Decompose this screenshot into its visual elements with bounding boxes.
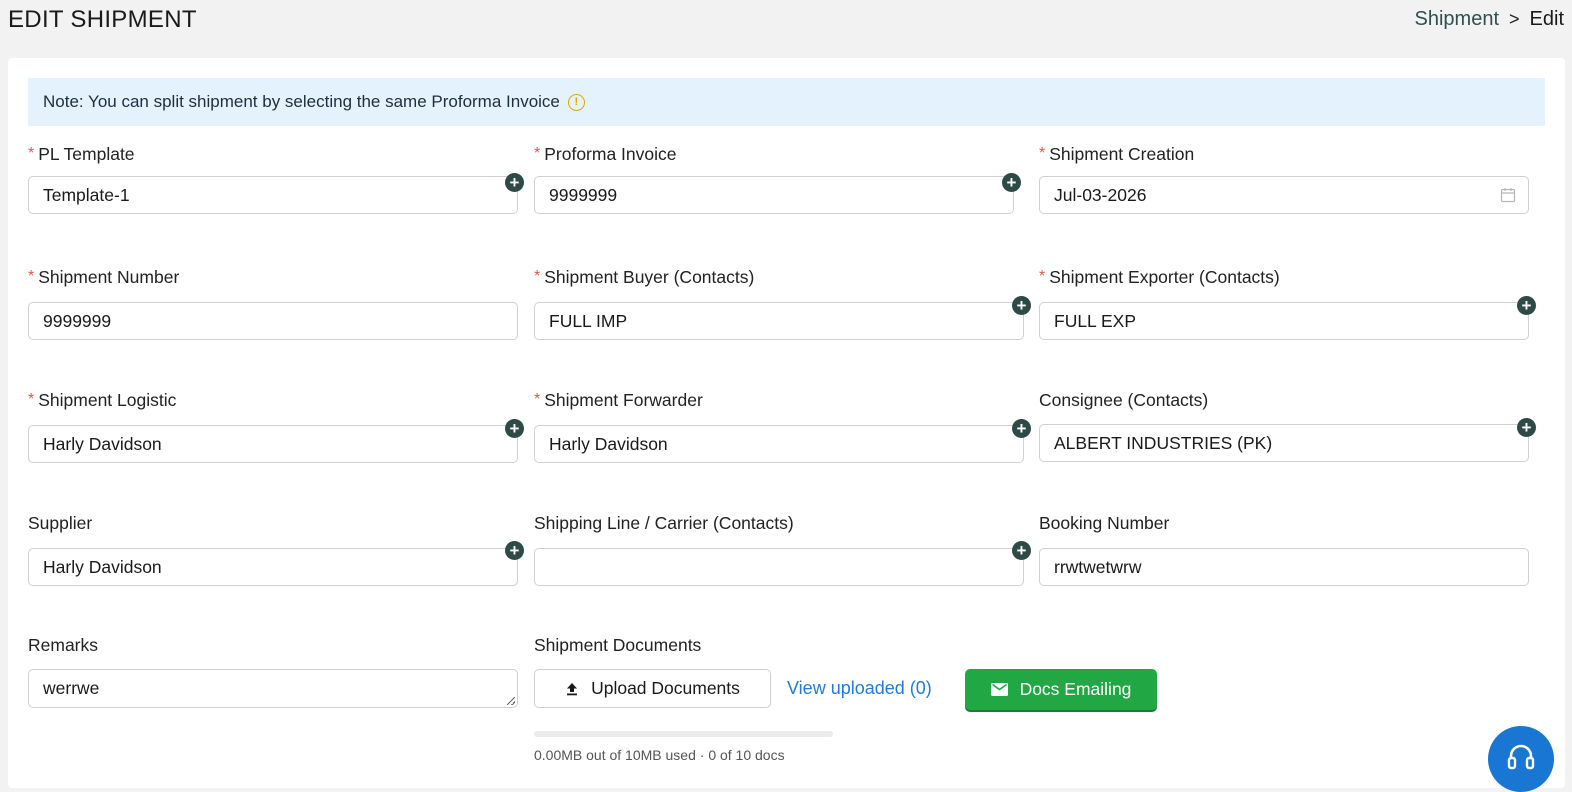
required-marker: * [1039,268,1046,285]
supplier-field: Supplier Harly Davidson [28,511,518,586]
add-buyer-button[interactable]: + [1012,296,1031,315]
pl-template-field: * PL Template Template-1 [28,142,518,214]
page-title: EDIT SHIPMENT [8,6,197,33]
shipment-forwarder-select[interactable]: Harly Davidson [534,425,1024,463]
add-forwarder-button[interactable]: + [1012,419,1031,438]
required-marker: * [534,268,541,285]
shipment-creation-date-input[interactable]: Jul-03-2026 [1039,176,1529,214]
shipment-exporter-select[interactable]: FULL EXP [1039,302,1529,340]
remarks-field: Remarks werrwe [28,633,518,708]
shipment-creation-value: Jul-03-2026 [1054,184,1147,205]
envelope-icon [990,683,1008,696]
upload-documents-label: Upload Documents [591,678,740,698]
headset-icon [1507,744,1535,770]
supplier-label: Supplier [28,512,93,533]
breadcrumb-shipment-link[interactable]: Shipment [1415,8,1500,31]
add-consignee-button[interactable]: + [1517,418,1536,437]
calendar-icon [1500,188,1516,203]
shipment-number-field: * Shipment Number 9999999 [28,265,518,340]
breadcrumb-current: Edit [1529,8,1564,30]
consignee-field: Consignee (Contacts) ALBERT INDUSTRIES (… [1039,388,1529,462]
breadcrumb-separator: > [1509,9,1520,29]
storage-progress-bar [534,731,833,737]
proforma-invoice-select[interactable]: 9999999 [534,176,1014,214]
pl-template-label: PL Template [38,143,135,164]
shipping-line-select[interactable] [534,548,1024,586]
shipping-line-field: Shipping Line / Carrier (Contacts) [534,511,1024,586]
shipment-creation-field: * Shipment Creation Jul-03-2026 [1039,142,1529,214]
booking-number-label: Booking Number [1039,512,1170,533]
required-marker: * [534,145,541,162]
edit-shipment-form: Note: You can split shipment by selectin… [8,58,1565,788]
docs-emailing-button[interactable]: Docs Emailing [965,669,1157,710]
storage-usage-text: 0.00MB out of 10MB used · 0 of 10 docs [534,747,785,763]
supplier-select[interactable]: Harly Davidson [28,548,518,586]
shipment-exporter-field: * Shipment Exporter (Contacts) FULL EXP [1039,265,1529,340]
split-shipment-note: Note: You can split shipment by selectin… [28,78,1545,126]
shipment-number-label: Shipment Number [38,266,180,287]
proforma-invoice-label: Proforma Invoice [544,143,677,164]
pl-template-select[interactable]: Template-1 [28,176,518,214]
add-supplier-button[interactable]: + [505,541,524,560]
shipment-creation-label: Shipment Creation [1049,143,1195,164]
shipping-line-label: Shipping Line / Carrier (Contacts) [534,512,794,533]
shipment-logistic-label: Shipment Logistic [38,389,177,410]
remarks-value: werrwe [43,678,100,698]
upload-icon [567,682,578,695]
shipment-buyer-select[interactable]: FULL IMP [534,302,1024,340]
add-pl-template-button[interactable]: + [505,173,524,192]
breadcrumb: Shipment > Edit [1415,8,1564,31]
booking-number-field: Booking Number rrwtwetwrw [1039,511,1529,586]
required-marker: * [1039,145,1046,162]
shipment-exporter-label: Shipment Exporter (Contacts) [1049,266,1280,287]
shipment-documents-label: Shipment Documents [534,634,702,655]
add-proforma-invoice-button[interactable]: + [1002,173,1021,192]
shipment-documents-field: Shipment Documents [534,633,1024,657]
booking-number-input[interactable]: rrwtwetwrw [1039,548,1529,586]
add-logistic-button[interactable]: + [505,419,524,438]
shipment-number-input[interactable]: 9999999 [28,302,518,340]
note-text: Note: You can split shipment by selectin… [43,92,560,111]
consignee-select[interactable]: ALBERT INDUSTRIES (PK) [1039,424,1529,462]
required-marker: * [534,391,541,408]
upload-documents-button[interactable]: Upload Documents [534,669,771,708]
shipment-forwarder-field: * Shipment Forwarder Harly Davidson [534,388,1024,463]
shipment-buyer-label: Shipment Buyer (Contacts) [544,266,755,287]
shipment-buyer-field: * Shipment Buyer (Contacts) FULL IMP [534,265,1024,340]
remarks-label: Remarks [28,634,99,655]
info-circle-icon: ! [567,93,585,111]
proforma-invoice-field: * Proforma Invoice 9999999 [534,142,1024,214]
shipment-logistic-select[interactable]: Harly Davidson [28,425,518,463]
docs-emailing-label: Docs Emailing [1019,679,1132,699]
add-exporter-button[interactable]: + [1517,296,1536,315]
required-marker: * [28,145,35,162]
remarks-textarea[interactable]: werrwe [28,669,518,708]
consignee-label: Consignee (Contacts) [1039,389,1209,410]
support-chat-button[interactable] [1488,726,1554,792]
required-marker: * [28,391,35,408]
resize-handle[interactable] [507,697,515,705]
required-marker: * [28,268,35,285]
view-uploaded-link[interactable]: View uploaded (0) [787,678,932,699]
add-shipping-line-button[interactable]: + [1012,541,1031,560]
shipment-forwarder-label: Shipment Forwarder [544,389,703,410]
shipment-logistic-field: * Shipment Logistic Harly Davidson [28,388,518,463]
